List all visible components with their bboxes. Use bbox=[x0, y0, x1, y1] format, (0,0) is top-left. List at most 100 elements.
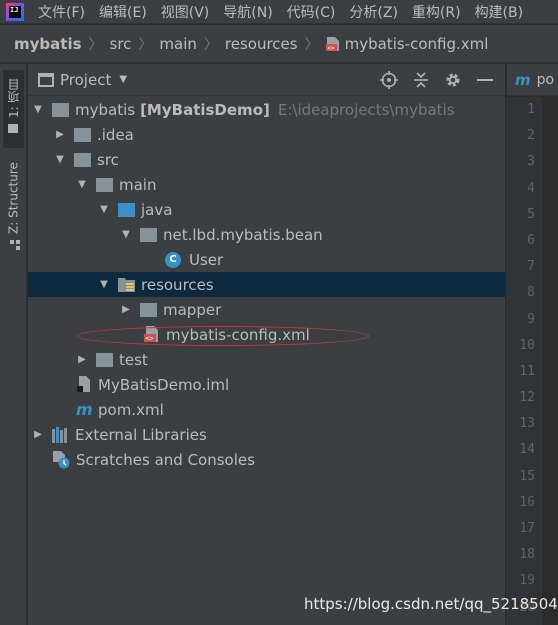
annotation-ellipse bbox=[76, 326, 369, 346]
expanded-arrow-icon[interactable]: ▼ bbox=[76, 178, 88, 192]
breadcrumb-src[interactable]: src bbox=[110, 35, 132, 53]
hide-minus-icon[interactable] bbox=[475, 70, 495, 90]
collapsed-arrow-icon[interactable]: ▶ bbox=[54, 128, 66, 142]
intellij-logo-icon: IJ bbox=[6, 2, 24, 21]
folder-icon bbox=[96, 352, 113, 367]
tree-label-main: main bbox=[119, 175, 157, 194]
expanded-arrow-icon[interactable]: ▼ bbox=[98, 278, 110, 292]
resources-folder-icon bbox=[118, 277, 135, 292]
tree-row-mapper[interactable]: ▶ mapper bbox=[28, 297, 505, 322]
svg-text:<>: <> bbox=[327, 45, 335, 52]
expanded-arrow-icon[interactable]: ▼ bbox=[98, 203, 110, 217]
tree-row-pom[interactable]: m pom.xml bbox=[28, 397, 505, 422]
module-file-icon bbox=[76, 376, 92, 393]
line-number: 8 bbox=[527, 285, 535, 301]
tree-label-external-libraries: External Libraries bbox=[75, 425, 207, 444]
menu-edit[interactable]: 编辑(E) bbox=[99, 2, 147, 22]
expanded-arrow-icon[interactable]: ▼ bbox=[54, 153, 66, 167]
line-number-gutter: 1 2 3 4 5 6 7 8 9 10 11 12 13 14 15 16 17 18 19 20 bbox=[507, 97, 542, 625]
watermark-text: https://blog.csdn.net/qq_52185040 bbox=[304, 595, 558, 613]
collapsed-arrow-icon[interactable]: ▶ bbox=[76, 353, 88, 367]
tree-label-user: User bbox=[189, 250, 224, 269]
menu-view[interactable]: 视图(V) bbox=[161, 2, 210, 22]
tree-row-iml[interactable]: MyBatisDemo.iml bbox=[28, 372, 505, 397]
structure-tool-tab[interactable]: Z: Structure bbox=[3, 159, 24, 259]
chevron-right-icon: 〉 bbox=[304, 36, 319, 53]
tree-label-pom: pom.xml bbox=[98, 400, 164, 419]
folder-icon bbox=[74, 152, 91, 167]
breadcrumb-file[interactable]: mybatis-config.xml bbox=[345, 35, 489, 53]
line-number: 19 bbox=[519, 573, 535, 589]
line-number: 2 bbox=[527, 128, 535, 144]
maven-icon: m bbox=[515, 70, 531, 89]
line-number: 12 bbox=[519, 390, 535, 406]
breadcrumb: mybatis 〉 src 〉 main 〉 resources 〉 <> my… bbox=[0, 25, 558, 63]
tree-row-java[interactable]: ▼ java bbox=[28, 197, 505, 222]
expanded-arrow-icon[interactable]: ▼ bbox=[32, 103, 44, 117]
project-panel-header: Project ▼ bbox=[28, 64, 505, 96]
chevron-right-icon: 〉 bbox=[138, 36, 153, 53]
line-number: 16 bbox=[519, 494, 535, 510]
line-number: 18 bbox=[519, 547, 535, 563]
root-path: E:\ideaprojects\mybatis bbox=[277, 100, 455, 119]
panel-title[interactable]: Project bbox=[60, 71, 111, 89]
tree-label-resources: resources bbox=[141, 275, 214, 294]
project-view-icon bbox=[38, 72, 54, 87]
tree-row-external-libraries[interactable]: ▶ External Libraries bbox=[28, 422, 505, 447]
menu-analyze[interactable]: 分析(Z) bbox=[349, 2, 398, 22]
menu-code[interactable]: 代码(C) bbox=[287, 2, 336, 22]
menu-refactor[interactable]: 重构(R) bbox=[412, 2, 461, 22]
collapse-all-icon[interactable] bbox=[411, 70, 431, 90]
panel-toolbar bbox=[367, 70, 495, 90]
editor-area: m po 1 2 3 4 5 6 7 8 9 10 11 12 13 14 15 16 17 18 19 20 bbox=[506, 64, 558, 625]
scratches-icon bbox=[52, 450, 70, 469]
source-folder-icon bbox=[118, 202, 135, 217]
gear-icon[interactable] bbox=[443, 70, 463, 90]
structure-icon bbox=[9, 239, 21, 250]
chevron-right-icon: 〉 bbox=[88, 36, 103, 53]
folder-icon bbox=[140, 302, 157, 317]
tree-row-user[interactable]: C User bbox=[28, 247, 505, 272]
breadcrumb-resources[interactable]: resources bbox=[225, 35, 298, 53]
tree-row-resources[interactable]: ▼ resources bbox=[28, 272, 505, 297]
line-number: 1 bbox=[527, 102, 535, 117]
line-number: 4 bbox=[527, 180, 535, 196]
tree-label-iml: MyBatisDemo.iml bbox=[98, 375, 230, 394]
editor-tab-label: po bbox=[536, 71, 555, 88]
line-number: 9 bbox=[527, 311, 535, 327]
folder-icon bbox=[74, 127, 91, 142]
project-tool-tab-label: 1: 项目 bbox=[7, 78, 21, 119]
line-number: 14 bbox=[519, 442, 535, 458]
editor-tab-pom[interactable]: m po bbox=[507, 64, 558, 96]
tree-row-main[interactable]: ▼ main bbox=[28, 172, 505, 197]
tree-label-package: net.lbd.mybatis.bean bbox=[163, 225, 323, 244]
folder-icon bbox=[8, 124, 19, 134]
collapsed-arrow-icon[interactable]: ▶ bbox=[120, 303, 132, 317]
tree-label-src: src bbox=[97, 150, 119, 169]
line-number: 6 bbox=[527, 232, 535, 248]
menu-file[interactable]: 文件(F) bbox=[38, 2, 85, 22]
chevron-down-icon[interactable]: ▼ bbox=[119, 74, 127, 85]
tree-row-package[interactable]: ▼ net.lbd.mybatis.bean bbox=[28, 222, 505, 247]
expanded-arrow-icon[interactable]: ▼ bbox=[120, 228, 132, 242]
project-tool-tab[interactable]: 1: 项目 bbox=[3, 70, 24, 148]
line-number: 5 bbox=[527, 206, 535, 222]
tree-label-scratches: Scratches and Consoles bbox=[76, 450, 255, 469]
locate-icon[interactable] bbox=[379, 70, 399, 90]
tree-row-root[interactable]: ▼ mybatis [MyBatisDemo] E:\ideaprojects\… bbox=[28, 97, 505, 122]
collapsed-arrow-icon[interactable]: ▶ bbox=[32, 428, 44, 442]
chevron-right-icon: 〉 bbox=[203, 36, 218, 53]
tool-window-strip: 1: 项目 Z: Structure bbox=[0, 64, 27, 625]
tree-row-idea[interactable]: ▶ .idea bbox=[28, 122, 505, 147]
menu-build[interactable]: 构建(B) bbox=[475, 2, 524, 22]
tree-label-mapper: mapper bbox=[163, 300, 222, 319]
menu-navigate[interactable]: 导航(N) bbox=[223, 2, 272, 22]
tree-row-src[interactable]: ▼ src bbox=[28, 147, 505, 172]
root-name: mybatis bbox=[75, 100, 136, 119]
breadcrumb-project[interactable]: mybatis bbox=[14, 35, 82, 53]
tree-row-test[interactable]: ▶ test bbox=[28, 347, 505, 372]
breadcrumb-main[interactable]: main bbox=[159, 35, 196, 53]
line-number: 11 bbox=[519, 363, 535, 379]
tree-row-scratches[interactable]: Scratches and Consoles bbox=[28, 447, 505, 472]
tree-label-idea: .idea bbox=[97, 125, 134, 144]
